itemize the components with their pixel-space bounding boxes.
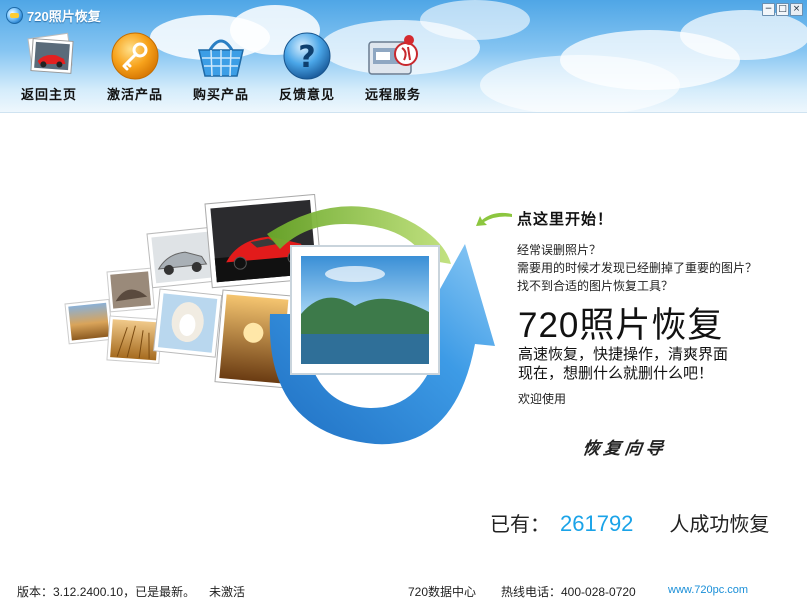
window-controls: − □ × <box>762 3 803 16</box>
photo-landscape-main <box>290 245 440 375</box>
counter-prefix: 已有： <box>490 514 550 536</box>
data-center-link[interactable]: 720数据中心 <box>408 583 476 600</box>
question-line-1: 经常误删照片？ <box>517 243 602 257</box>
start-here-link[interactable]: 点这里开始！ <box>517 208 613 229</box>
app-logo-icon <box>6 6 23 24</box>
cloud-decoration <box>680 10 807 60</box>
toolbar: 返回主页 激活产品 购买产品 ? 反馈意见 远程服务 <box>0 30 480 105</box>
success-counter: 已有： 261792 人成功恢复 <box>490 508 769 537</box>
photo-lion <box>152 288 223 358</box>
main-panel: 点这里开始！ 经常误删照片？ 需要用的时候才发现已经删掉了重要的图片？ 找不到合… <box>0 114 807 574</box>
header-bar: 720照片恢复 − □ × 返回主页 激活产品 购买产品 ? 反馈意见 远程服务 <box>0 0 807 113</box>
window-title-text: 720照片恢复 <box>27 8 101 24</box>
photo-wheat <box>106 315 163 365</box>
activate-button[interactable]: 激活产品 <box>95 30 175 105</box>
hotline-text: 热线电话：400-028-0720 <box>501 585 636 599</box>
feedback-button[interactable]: ? 反馈意见 <box>267 30 347 105</box>
pointer-arrow-icon <box>476 212 512 226</box>
welcome-text: 欢迎使用 <box>518 392 567 406</box>
activate-button-label: 激活产品 <box>106 87 163 102</box>
counter-value: 261792 <box>560 511 634 536</box>
remote-service-icon <box>366 30 420 84</box>
home-photo-icon <box>22 30 76 84</box>
home-button[interactable]: 返回主页 <box>9 30 89 105</box>
question-icon: ? <box>280 30 334 84</box>
photo-rock <box>106 267 155 313</box>
cloud-decoration <box>480 55 680 112</box>
key-icon <box>108 30 162 84</box>
remote-service-button[interactable]: 远程服务 <box>353 30 433 105</box>
slogan-line-1: 高速恢复，快捷操作，清爽界面 <box>518 346 729 363</box>
question-line-3: 找不到合适的图片恢复工具？ <box>517 279 674 293</box>
counter-suffix: 人成功恢复 <box>669 514 770 536</box>
remote-service-button-label: 远程服务 <box>364 87 421 102</box>
website-link[interactable]: www.720pc.com <box>668 584 748 596</box>
activation-status: 未激活 <box>209 585 246 599</box>
shopping-basket-icon <box>194 30 248 84</box>
minimize-button[interactable]: − <box>762 3 775 16</box>
photo-desert <box>64 298 114 345</box>
svg-text:?: ? <box>298 40 315 75</box>
home-button-label: 返回主页 <box>20 87 77 102</box>
maximize-button[interactable]: □ <box>776 3 789 16</box>
photo-silver-car <box>146 226 217 289</box>
status-bar: 版本：3.12.2400.10，已是最新。 未激活 720数据中心 热线电话：4… <box>0 574 807 605</box>
window-title: 720照片恢复 <box>6 5 101 25</box>
version-text: 版本：3.12.2400.10，已是最新。 <box>17 585 196 599</box>
slogan-line-2: 现在，想删什么就删什么吧！ <box>518 365 714 382</box>
buy-button[interactable]: 购买产品 <box>181 30 261 105</box>
product-name: 720照片恢复 <box>518 306 724 345</box>
start-recovery-artwork[interactable] <box>55 193 495 518</box>
buy-button-label: 购买产品 <box>192 87 249 102</box>
recovery-wizard-button[interactable]: 恢复向导 <box>581 434 669 459</box>
close-button[interactable]: × <box>790 3 803 16</box>
feedback-button-label: 反馈意见 <box>278 87 335 102</box>
question-line-2: 需要用的时候才发现已经删掉了重要的图片？ <box>517 261 758 275</box>
